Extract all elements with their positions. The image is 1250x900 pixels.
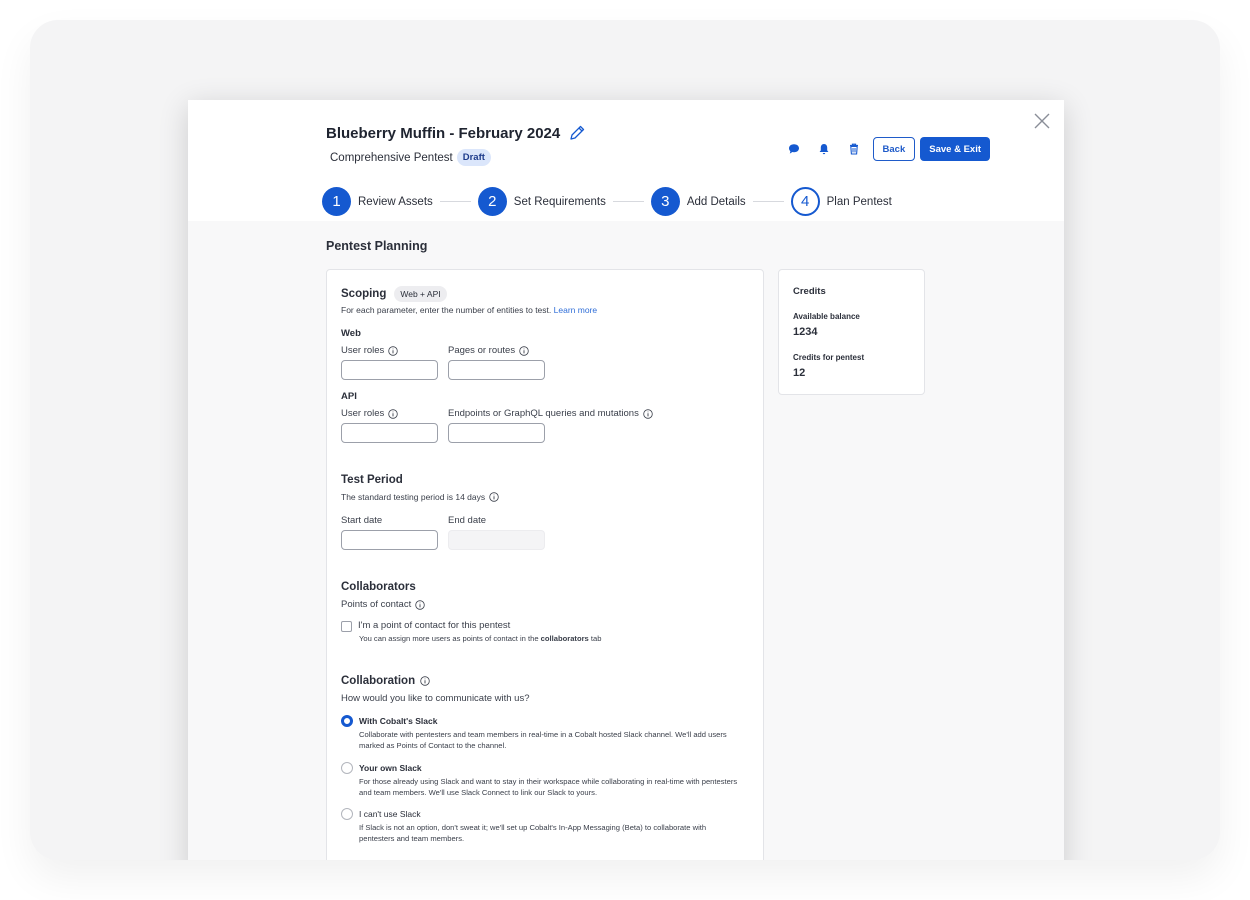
- radio-no-slack[interactable]: [341, 808, 353, 820]
- step-label: Plan Pentest: [826, 195, 892, 208]
- pentest-modal: Blueberry Muffin - February 2024 Compreh…: [188, 100, 1064, 860]
- step-plan-pentest[interactable]: 4 Plan Pentest: [790, 187, 892, 216]
- info-icon[interactable]: [489, 492, 499, 502]
- point-of-contact-checkbox[interactable]: [341, 621, 352, 632]
- available-balance-label: Available balance: [793, 312, 860, 321]
- option-title: With Cobalt's Slack: [359, 716, 438, 726]
- pentest-type: Comprehensive Pentest: [330, 151, 453, 164]
- bell-icon[interactable]: [815, 140, 833, 158]
- start-date-label: Start date: [341, 515, 383, 526]
- step-label: Set Requirements: [513, 195, 606, 208]
- label-text: Endpoints or GraphQL queries and mutatio…: [448, 408, 639, 419]
- checkbox-label: I'm a point of contact for this pentest: [358, 620, 511, 631]
- collaboration-question: How would you like to communicate with u…: [341, 693, 530, 704]
- step-label: Add Details: [686, 195, 746, 208]
- pentest-credits-value: 12: [793, 367, 806, 379]
- label-text: User roles: [341, 408, 385, 419]
- option-description: If Slack is not an option, don't sweat i…: [359, 823, 707, 843]
- step-label: Review Assets: [358, 195, 433, 208]
- option-title: I can't use Slack: [359, 809, 421, 819]
- description-text: The standard testing period is 14 days: [341, 492, 486, 502]
- end-date-input: [448, 530, 545, 550]
- info-icon[interactable]: [388, 345, 398, 356]
- hint-suffix: tab: [590, 634, 602, 643]
- label-text: User roles: [341, 345, 385, 356]
- credits-panel: Credits Available balance 1234 Credits f…: [778, 269, 925, 395]
- collaboration-heading: Collaboration: [341, 675, 430, 687]
- content-area: Pentest Planning Scoping Web + API For e…: [188, 221, 1064, 860]
- points-of-contact-label: Points of contact: [341, 599, 425, 610]
- api-heading: API: [341, 391, 357, 402]
- pentest-credits-label: Credits for pentest: [793, 353, 865, 362]
- test-period-title: Test Period: [341, 474, 403, 486]
- step-connector: [439, 201, 471, 202]
- pencil-icon[interactable]: [568, 124, 586, 142]
- planning-form: Scoping Web + API For each parameter, en…: [326, 269, 764, 860]
- api-endpoints-input[interactable]: [448, 423, 545, 443]
- step-number: 1: [322, 187, 351, 216]
- web-user-roles-label: User roles: [341, 345, 398, 356]
- step-number: 2: [477, 187, 507, 216]
- scoping-title: Scoping: [341, 288, 387, 300]
- trash-icon[interactable]: [845, 140, 863, 158]
- collaborators-title: Collaborators: [341, 581, 416, 593]
- info-icon[interactable]: [388, 408, 398, 419]
- collaborators-tab-link: collaborators: [540, 634, 589, 643]
- scoping-description: For each parameter, enter the number of …: [341, 305, 552, 315]
- app-frame: Blueberry Muffin - February 2024 Compreh…: [30, 20, 1220, 860]
- step-set-requirements[interactable]: 2 Set Requirements: [477, 187, 606, 216]
- web-heading: Web: [341, 328, 361, 339]
- collaborators-hint: You can assign more users as points of c…: [359, 634, 601, 643]
- available-balance-value: 1234: [793, 326, 818, 338]
- hint-prefix: You can assign more users as points of c…: [359, 634, 539, 643]
- end-date-label: End date: [448, 515, 487, 526]
- web-pages-label: Pages or routes: [448, 345, 529, 356]
- radio-cobalt-slack[interactable]: [341, 715, 353, 727]
- step-review-assets[interactable]: 1 Review Assets: [322, 187, 433, 216]
- radio-own-slack[interactable]: [341, 762, 353, 774]
- progress-stepper: 1 Review Assets 2 Set Requirements 3 Add…: [322, 187, 892, 216]
- api-user-roles-label: User roles: [341, 408, 398, 419]
- info-icon[interactable]: [420, 676, 430, 686]
- step-add-details[interactable]: 3 Add Details: [650, 187, 746, 216]
- api-user-roles-input[interactable]: [341, 423, 438, 443]
- save-exit-button[interactable]: Save & Exit: [920, 137, 990, 161]
- learn-more-link[interactable]: Learn more: [554, 305, 597, 315]
- step-connector: [752, 201, 784, 202]
- web-pages-input[interactable]: [448, 360, 545, 380]
- collaboration-title: Collaboration: [341, 675, 416, 687]
- option-description: Collaborate with pentesters and team mem…: [359, 730, 727, 750]
- section-heading: Pentest Planning: [326, 239, 428, 253]
- step-number: 3: [650, 187, 680, 216]
- step-connector: [612, 201, 644, 202]
- api-endpoints-label: Endpoints or GraphQL queries and mutatio…: [448, 408, 653, 419]
- credits-title: Credits: [793, 286, 826, 297]
- step-number: 4: [790, 187, 820, 216]
- header-actions: Back Save & Exit: [785, 137, 990, 161]
- label-text: Points of contact: [341, 599, 412, 610]
- info-icon[interactable]: [415, 599, 425, 610]
- web-user-roles-input[interactable]: [341, 360, 438, 380]
- back-button[interactable]: Back: [872, 137, 916, 161]
- chat-icon[interactable]: [785, 140, 803, 158]
- info-icon[interactable]: [643, 408, 653, 419]
- option-description: For those already using Slack and want t…: [359, 777, 738, 797]
- option-title: Your own Slack: [359, 763, 422, 773]
- info-icon[interactable]: [519, 345, 529, 356]
- status-badge: Draft: [456, 149, 491, 166]
- page-title: Blueberry Muffin - February 2024: [326, 124, 561, 142]
- start-date-input[interactable]: [341, 530, 438, 550]
- label-text: Pages or routes: [448, 345, 516, 356]
- test-period-description: The standard testing period is 14 days: [341, 492, 499, 502]
- scope-tag: Web + API: [394, 286, 447, 302]
